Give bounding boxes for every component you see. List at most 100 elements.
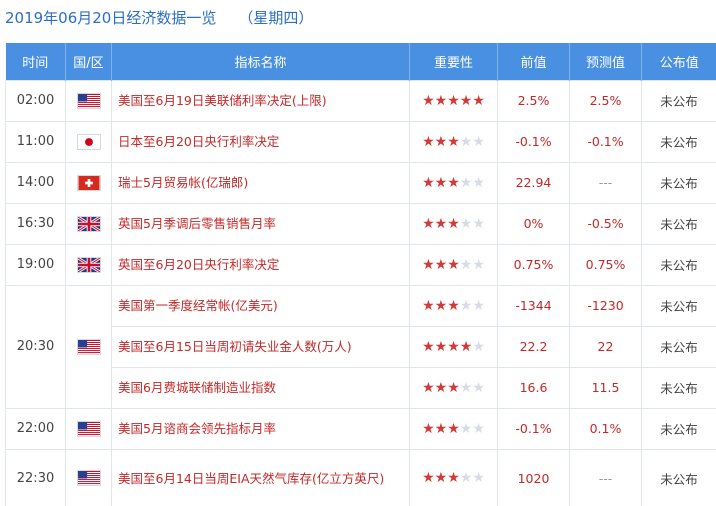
row-actual: 未公布 [641, 120, 716, 163]
ch-flag-icon [76, 174, 101, 191]
header-indicator: 指标名称 [111, 43, 410, 80]
row-importance: ★★★★★ [409, 325, 498, 368]
table-row: 14:00 瑞士5月贸易帐(亿瑞郎) ★★★★★ 22.94 --- 未公布 [5, 161, 716, 204]
star-filled-icon: ★ [447, 92, 460, 109]
star-filled-icon: ★ [422, 470, 435, 486]
importance-stars: ★★★★★ [422, 134, 485, 150]
us-flag-icon [76, 420, 101, 437]
star-empty-icon: ★ [472, 174, 485, 191]
star-filled-icon: ★ [447, 256, 460, 273]
star-filled-icon: ★ [422, 379, 435, 396]
row-importance: ★★★★★ [409, 79, 498, 122]
star-filled-icon: ★ [472, 92, 485, 109]
row-flag [65, 243, 112, 286]
row-forecast: --- [569, 161, 642, 204]
star-empty-icon: ★ [459, 133, 473, 150]
row-flag [65, 161, 112, 204]
row-indicator-link[interactable]: 瑞士5月贸易帐(亿瑞郎) [111, 161, 410, 204]
table-row: 美国6月费城联储制造业指数 ★★★★★ 16.6 11.5 未公布 [6, 366, 716, 409]
row-previous: 16.6 [497, 366, 570, 409]
star-filled-icon: ★ [422, 215, 435, 232]
row-flag [65, 120, 112, 163]
row-actual: 未公布 [641, 243, 716, 286]
star-filled-icon: ★ [447, 174, 460, 191]
row-previous: 0% [497, 202, 570, 245]
row-flag [65, 79, 112, 122]
star-filled-icon: ★ [422, 338, 435, 355]
table-row: 22:30 美国至6月14日当周EIA天然气库存(亿立方英尺) ★★★★★ 10… [5, 448, 716, 506]
star-filled-icon: ★ [434, 256, 448, 273]
importance-stars: ★★★★★ [422, 175, 485, 191]
star-filled-icon: ★ [422, 420, 435, 437]
row-forecast: --- [569, 448, 642, 506]
star-filled-icon: ★ [447, 215, 460, 232]
star-filled-icon: ★ [434, 215, 448, 232]
star-empty-icon: ★ [459, 256, 473, 273]
row-previous: 22.94 [497, 161, 570, 204]
row-indicator-link[interactable]: 日本至6月20日央行利率决定 [111, 120, 410, 163]
row-indicator-link[interactable]: 英国至6月20日央行利率决定 [111, 243, 410, 286]
table-row: 11:00 日本至6月20日央行利率决定 ★★★★★ -0.1% -0.1% 未… [5, 120, 716, 163]
row-forecast: -1230 [569, 284, 642, 327]
table-row: 美国至6月15日当周初请失业金人数(万人) ★★★★★ 22.2 22 未公布 [6, 325, 716, 368]
star-empty-icon: ★ [472, 133, 485, 150]
row-indicator-link[interactable]: 美国第一季度经常帐(亿美元) [111, 284, 410, 327]
row-actual: 未公布 [641, 79, 716, 122]
importance-stars: ★★★★★ [422, 470, 485, 486]
uk-flag-icon [76, 256, 101, 273]
star-filled-icon: ★ [447, 297, 460, 314]
row-importance: ★★★★★ [409, 366, 498, 409]
row-indicator-link[interactable]: 美国至6月14日当周EIA天然气库存(亿立方英尺) [111, 448, 410, 506]
row-previous: 2.5% [497, 79, 570, 122]
star-empty-icon: ★ [472, 256, 485, 273]
header-previous: 前值 [497, 43, 570, 80]
header-actual: 公布值 [641, 43, 716, 80]
table-header-row: 时间 国/区 指标名称 重要性 前值 预测值 公布值 [5, 43, 716, 80]
star-filled-icon: ★ [447, 133, 460, 150]
row-importance: ★★★★★ [409, 407, 498, 450]
row-indicator-link[interactable]: 美国至6月15日当周初请失业金人数(万人) [111, 325, 410, 368]
row-previous: -1344 [497, 284, 570, 327]
star-empty-icon: ★ [472, 379, 485, 396]
row-actual: 未公布 [641, 202, 716, 245]
row-actual: 未公布 [641, 325, 716, 368]
importance-stars: ★★★★★ [422, 339, 485, 355]
row-indicator-link[interactable]: 英国5月季调后零售销售月率 [111, 202, 410, 245]
table-row: 22:00 美国5月谘商会领先指标月率 ★★★★★ -0.1% 0.1% 未公布 [5, 407, 716, 450]
row-previous: -0.1% [497, 120, 570, 163]
star-filled-icon: ★ [459, 92, 473, 109]
star-filled-icon: ★ [434, 174, 448, 191]
importance-stars: ★★★★★ [422, 257, 485, 273]
row-importance: ★★★★★ [409, 243, 498, 286]
row-importance: ★★★★★ [409, 161, 498, 204]
star-empty-icon: ★ [472, 215, 485, 232]
star-filled-icon: ★ [434, 420, 448, 437]
row-indicator-link[interactable]: 美国至6月19日美联储利率决定(上限) [111, 79, 410, 122]
row-time: 14:00 [5, 161, 66, 204]
star-filled-icon: ★ [447, 470, 460, 486]
star-empty-icon: ★ [472, 420, 485, 437]
row-actual: 未公布 [641, 161, 716, 204]
row-indicator-link[interactable]: 美国5月谘商会领先指标月率 [111, 407, 410, 450]
star-empty-icon: ★ [472, 338, 485, 355]
star-filled-icon: ★ [459, 338, 473, 355]
row-actual: 未公布 [641, 284, 716, 327]
row-forecast: 22 [569, 325, 642, 368]
star-empty-icon: ★ [472, 297, 485, 314]
row-time: 22:00 [5, 407, 66, 450]
row-time: 11:00 [5, 120, 66, 163]
importance-stars: ★★★★★ [422, 216, 485, 232]
star-filled-icon: ★ [434, 133, 448, 150]
row-flag [65, 202, 112, 245]
row-actual: 未公布 [641, 366, 716, 409]
header-region: 国/区 [65, 43, 112, 80]
importance-stars: ★★★★★ [422, 298, 485, 314]
header-time: 时间 [5, 43, 66, 80]
row-indicator-link[interactable]: 美国6月费城联储制造业指数 [111, 366, 410, 409]
star-filled-icon: ★ [447, 420, 460, 437]
star-filled-icon: ★ [422, 133, 435, 150]
star-filled-icon: ★ [434, 92, 448, 109]
row-forecast: 0.1% [569, 407, 642, 450]
star-filled-icon: ★ [422, 92, 435, 109]
table-row: 19:00 英国至6月20日央行利率决定 ★★★★★ 0.75% 0.75% 未… [5, 243, 716, 286]
